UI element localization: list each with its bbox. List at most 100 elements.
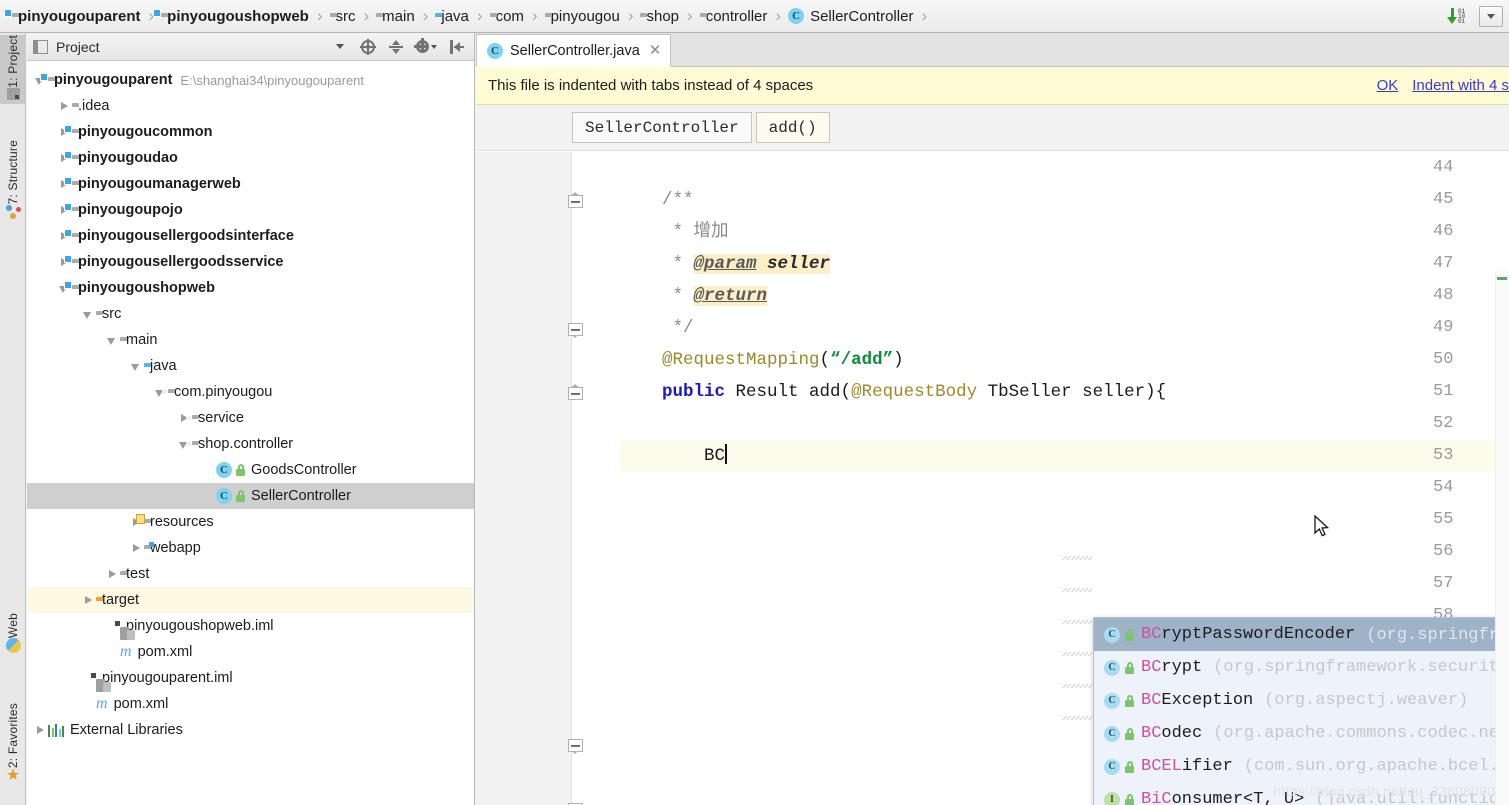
breadcrumb-item-sellercontroller[interactable]: C SellerController [784,0,915,33]
class-icon: C [1104,692,1120,709]
fold-marker[interactable] [568,191,587,210]
breadcrumb-separator: › [921,6,928,25]
chevron-down-icon[interactable] [105,333,120,348]
structure-crumb-class[interactable]: SellerController [572,112,752,143]
breadcrumb-item-shop[interactable]: shop [636,0,681,33]
notification-message: This file is indented with tabs instead … [488,77,814,94]
fold-marker[interactable] [568,383,587,402]
notification-indent-link[interactable]: Indent with 4 s [1412,77,1509,94]
completion-item[interactable]: C BCodec (org.apache.commons.codec.net) [1094,717,1509,750]
chevron-right-icon[interactable] [105,567,120,582]
chevron-right-icon[interactable] [81,593,96,608]
project-file-tree[interactable]: pinyougouparent E:\shanghai34\pinyougoupa… [27,62,474,805]
breadcrumb-item-pinyougouparent[interactable]: pinyougouparent [8,0,143,33]
lock-icon [1125,661,1134,674]
tree-node-pom-xml[interactable]: m pom.xml [27,639,474,665]
breadcrumb-item-src[interactable]: src [326,0,358,33]
notification-ok-link[interactable]: OK [1377,77,1399,94]
stripe-mark[interactable] [1497,277,1507,280]
structure-crumb-method[interactable]: add() [755,112,830,143]
scroll-from-source-button[interactable] [359,38,376,55]
completion-item[interactable]: C BCException (org.aspectj.weaver) [1094,684,1509,717]
tree-node-pinyougoupojo[interactable]: pinyougoupojo [27,197,474,223]
completion-item[interactable]: C BCELifier (com.sun.org.apache.bcel.inter… [1094,750,1509,783]
tree-node-java[interactable]: java [27,353,474,379]
code-line-47: * @param seller [620,254,831,274]
fold-marker[interactable] [568,799,587,805]
tree-node-pinyougoudao[interactable]: pinyougoudao [27,145,474,171]
tree-node-label: pom.xml [113,696,169,712]
collapse-all-button[interactable] [387,38,404,55]
breadcrumb-item-label: controller [705,7,768,25]
chevron-down-icon[interactable] [81,307,96,322]
completion-item-list[interactable]: C BCryptPasswordEncoder (org.springframewo… [1094,618,1509,805]
tree-node-shop-controller[interactable]: shop.controller [27,431,474,457]
sidebar-tab-structure[interactable]: 7: Structure [0,140,26,223]
chevron-right-icon[interactable] [129,541,144,556]
hide-panel-button[interactable] [448,38,465,55]
breadcrumb-item-pinyougoushopweb[interactable]: pinyougoushopweb [157,0,311,33]
tree-node-label: SellerController [251,488,351,504]
text-caret [725,444,728,464]
breadcrumb-item-java[interactable]: java [431,0,471,33]
lock-icon [1125,760,1134,773]
tree-node-target[interactable]: target [27,587,474,613]
tree-node-sellercontroller[interactable]: C SellerController [27,483,474,509]
chevron-down-icon [430,44,437,49]
editor-structure-breadcrumb: SellerController add() [476,105,1509,151]
tree-node--idea[interactable]: .idea [27,93,474,119]
tree-node-resources[interactable]: resources [27,509,474,535]
sidebar-tab-favorites[interactable]: ★ 2: Favorites [0,703,26,788]
breadcrumb-item-label: pinyougoushopweb [167,7,309,25]
tree-node-pinyougousellergoodsinterface[interactable]: pinyougousellergoodsinterface [27,223,474,249]
class-icon: C [487,42,503,59]
fold-marker[interactable] [568,735,587,754]
tree-node-pinyougoushopweb-iml[interactable]: pinyougoushopweb.iml [27,613,474,640]
tree-node-external-libraries[interactable]: External Libraries [27,717,474,743]
code-editor[interactable]: 4445464748495051525354555657585960616263… [476,152,1509,805]
tree-node-pinyougoumanagerweb[interactable]: pinyougoumanagerweb [27,171,474,197]
tree-node-pom-xml[interactable]: m pom.xml [27,691,474,717]
code-line-53[interactable]: BC [620,440,728,472]
tree-node-pinyougousellergoodsservice[interactable]: pinyougousellergoodsservice [27,249,474,275]
chevron-right-icon[interactable] [57,99,72,114]
tree-node-service[interactable]: service [27,405,474,431]
view-options-dropdown[interactable] [331,38,348,55]
completion-item-package: (org.apache.commons.codec.net) [1213,724,1509,743]
error-stripe-gutter[interactable] [1495,271,1509,805]
sidebar-tab-project[interactable]: 1: Project [0,35,26,104]
chevron-down-icon[interactable] [129,359,144,374]
code-completion-popup[interactable]: C BCryptPasswordEncoder (org.springframewo… [1093,617,1509,805]
tree-node-main[interactable]: main [27,327,474,353]
tree-node-src[interactable]: src [27,301,474,327]
tree-node-com-pinyougou[interactable]: com.pinyougou [27,379,474,405]
completion-item[interactable]: C BCryptPasswordEncoder (org.springframewo… [1094,618,1509,651]
completion-item[interactable]: C BCrypt (org.springframework.security.cry… [1094,651,1509,684]
fold-marker[interactable] [568,319,587,338]
editor-tab-sellercontroller[interactable]: C SellerController.java ✕ [476,34,672,67]
tree-node-test[interactable]: test [27,561,474,587]
tree-node-label: pinyougoucommon [78,124,213,140]
breadcrumb-item-main[interactable]: main [372,0,417,33]
tree-node-pinyougouparent-iml[interactable]: pinyougouparent.iml [27,665,474,692]
tree-node-webapp[interactable]: webapp [27,535,474,561]
tree-node-label: resources [150,514,214,530]
tree-node-pinyougoucommon[interactable]: pinyougoucommon [27,119,474,145]
editor-tab-label: SellerController.java [510,42,640,59]
close-icon[interactable]: ✕ [649,43,662,58]
breadcrumb-item-pinyougou[interactable]: pinyougou [541,0,622,33]
editor-area: C SellerController.java ✕ This file is i… [476,33,1509,805]
tree-node-pinyougouparent[interactable]: pinyougouparent E:\shanghai34\pinyougoupa… [27,67,474,93]
sidebar-tab-web[interactable]: Web [0,613,26,657]
navbar-dropdown-button[interactable] [1479,6,1503,27]
download-icon[interactable]: 01 10 01 [1447,7,1469,27]
chevron-right-icon[interactable] [33,723,48,738]
breadcrumb-item-com[interactable]: com [486,0,526,33]
tree-node-goodscontroller[interactable]: C GoodsController [27,457,474,483]
breadcrumb-item-controller[interactable]: controller [696,0,770,33]
settings-button[interactable] [413,38,437,55]
tree-node-pinyougoushopweb[interactable]: pinyougoushopweb [27,275,474,301]
